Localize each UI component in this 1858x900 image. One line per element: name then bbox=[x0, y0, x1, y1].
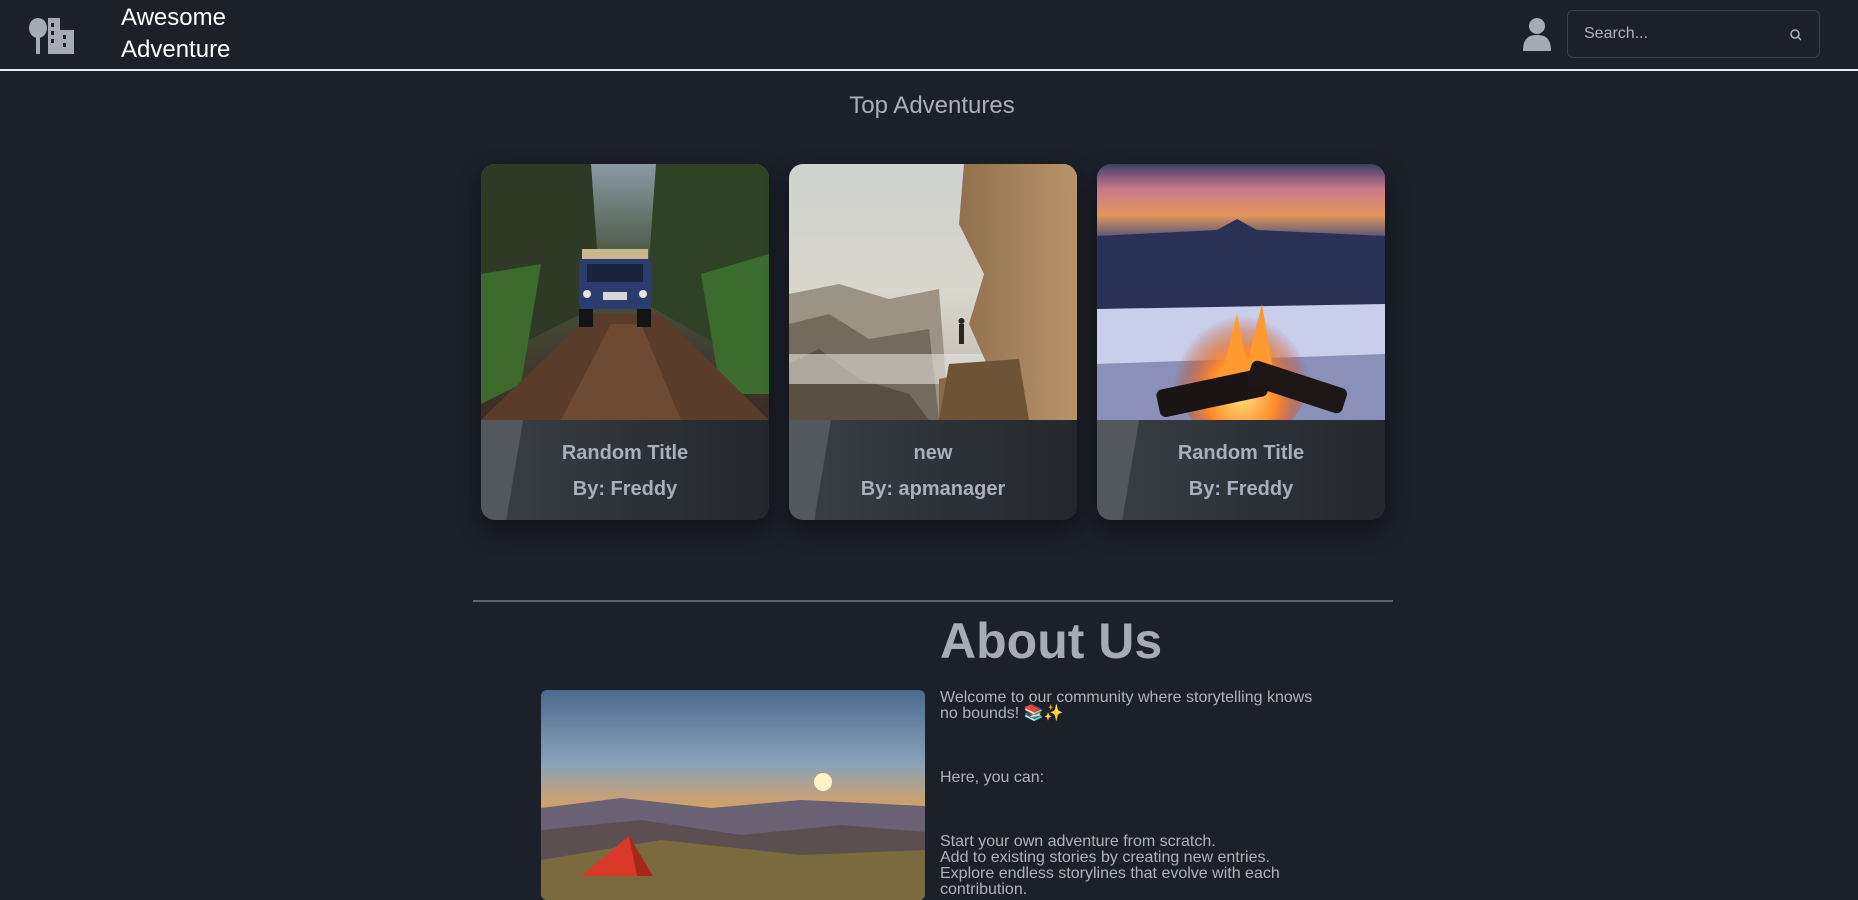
adventure-card[interactable]: new By: apmanager bbox=[789, 164, 1077, 520]
about-list-item: Add to existing stories by creating new … bbox=[940, 849, 1270, 866]
section-divider bbox=[473, 600, 1393, 602]
card-author: By: Freddy bbox=[1188, 478, 1294, 500]
about-lead: Here, you can: bbox=[940, 769, 1045, 786]
card-image-jeep-in-forest bbox=[481, 164, 769, 420]
top-navbar: Awesome Adventure bbox=[0, 0, 1858, 71]
city-park-logo-icon[interactable] bbox=[28, 16, 76, 54]
brand-name[interactable]: Awesome Adventure bbox=[121, 2, 281, 66]
search-icon[interactable] bbox=[1788, 27, 1804, 43]
card-footer: new By: apmanager bbox=[789, 420, 1077, 520]
card-footer-shine bbox=[481, 420, 523, 520]
about-image bbox=[541, 690, 925, 900]
search-input[interactable] bbox=[1568, 11, 1778, 57]
card-footer-shine bbox=[1097, 420, 1139, 520]
adventure-card[interactable]: Random Title By: Freddy bbox=[481, 164, 769, 520]
card-footer: Random Title By: Freddy bbox=[1097, 420, 1385, 520]
card-image-cliff-over-misty-valley bbox=[789, 164, 1077, 420]
card-title[interactable]: Random Title bbox=[481, 442, 769, 465]
about-heading: About Us bbox=[940, 613, 1163, 669]
tent-at-sunset-image bbox=[541, 690, 925, 900]
about-intro: Welcome to our community where storytell… bbox=[940, 689, 1313, 722]
card-title[interactable]: new bbox=[789, 442, 1077, 465]
card-title[interactable]: Random Title bbox=[1097, 442, 1385, 465]
brand-line-1[interactable]: Awesome bbox=[121, 2, 281, 34]
card-author: By: Freddy bbox=[572, 478, 678, 500]
user-account-icon[interactable] bbox=[1522, 17, 1552, 51]
card-footer: Random Title By: Freddy bbox=[481, 420, 769, 520]
search-box bbox=[1567, 10, 1820, 58]
adventure-card[interactable]: Random Title By: Freddy bbox=[1097, 164, 1385, 520]
brand-line-2[interactable]: Adventure bbox=[121, 34, 281, 66]
about-list-item: Start your own adventure from scratch. bbox=[940, 833, 1216, 850]
top-adventures-heading: Top Adventures bbox=[849, 92, 1015, 119]
about-list: Start your own adventure from scratch. A… bbox=[940, 834, 1320, 898]
card-footer-shine bbox=[789, 420, 831, 520]
card-image-campfire-at-dusk bbox=[1097, 164, 1385, 420]
card-author: By: apmanager bbox=[860, 478, 1006, 500]
about-list-item: Explore endless storylines that evolve w… bbox=[940, 865, 1280, 898]
